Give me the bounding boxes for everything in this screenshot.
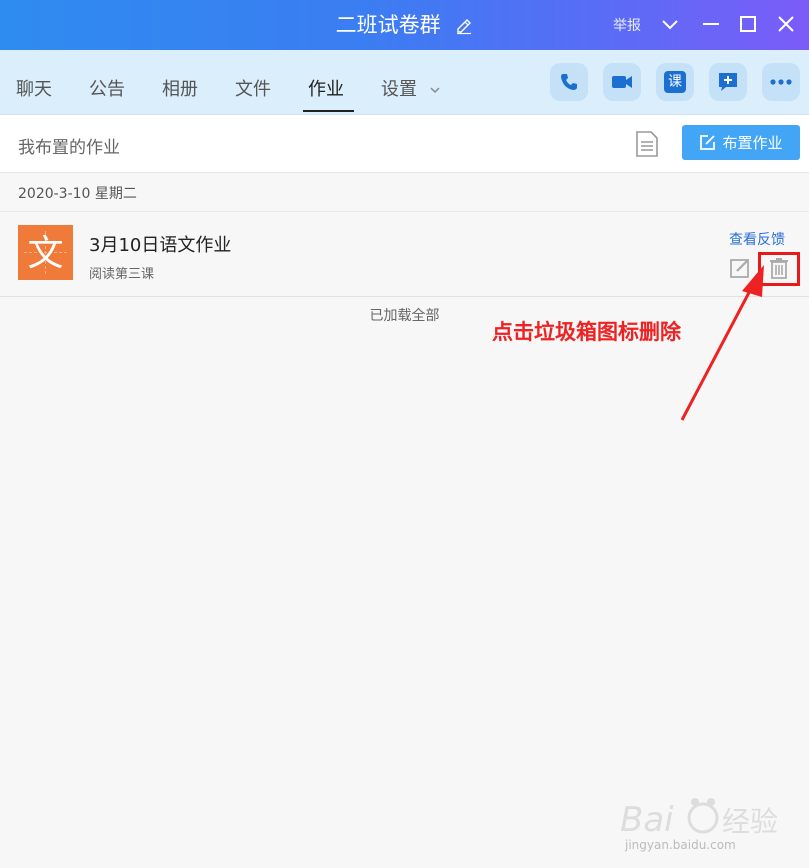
phone-icon [561, 74, 577, 90]
tab-chat[interactable]: 聊天 [16, 75, 52, 101]
course-icon: 课 [664, 71, 686, 93]
tab-settings[interactable]: 设置 [381, 75, 441, 101]
course-button[interactable]: 课 [656, 63, 694, 101]
assign-homework-label: 布置作业 [722, 134, 783, 152]
svg-text:Bai: Bai [620, 800, 674, 840]
svg-text:经验: 经验 [722, 805, 778, 838]
video-call-icon [612, 76, 632, 88]
tab-settings-label: 设置 [381, 79, 417, 100]
subject-char: 文 [27, 233, 63, 274]
view-feedback-link[interactable]: 查看反馈 [729, 229, 785, 249]
tab-album[interactable]: 相册 [162, 75, 198, 101]
watermark-url: jingyan.baidu.com [625, 838, 736, 852]
document-icon[interactable] [634, 130, 660, 158]
assignment-date: 2020-3-10 星期二 [18, 186, 137, 202]
title-bar: 二班试卷群 举报 [0, 0, 809, 50]
tab-announcement[interactable]: 公告 [89, 75, 125, 101]
more-icon [770, 79, 792, 85]
voice-call-button[interactable] [550, 63, 588, 101]
homework-subtitle: 阅读第三课 [89, 267, 155, 282]
window-title: 二班试卷群 [0, 12, 809, 38]
edit-icon [700, 135, 716, 150]
subject-grid: 文 [24, 231, 67, 274]
homework-title[interactable]: 3月10日语文作业 [89, 231, 231, 257]
report-button[interactable]: 举报 [613, 15, 641, 35]
group-name: 二班试卷群 [335, 13, 441, 37]
my-assignments-label: 我布置的作业 [18, 138, 120, 158]
delete-instruction-annotation: 点击垃圾箱图标删除 [492, 320, 681, 344]
date-header: 2020-3-10 星期二 [0, 173, 809, 212]
active-tab-indicator [303, 110, 354, 112]
homework-toolbar: 我布置的作业 布置作业 [0, 115, 809, 173]
chevron-down-icon [430, 87, 440, 94]
add-chat-button[interactable] [709, 63, 747, 101]
subject-chinese-icon: 文 [18, 225, 73, 280]
video-call-button[interactable] [603, 63, 641, 101]
assign-homework-button[interactable]: 布置作业 [682, 125, 800, 160]
rename-pencil-icon[interactable] [455, 17, 473, 35]
minimize-icon[interactable] [700, 13, 722, 35]
group-nav: 聊天 公告 相册 文件 作业 设置 课 [0, 50, 809, 115]
chevron-down-icon[interactable] [659, 13, 681, 35]
close-icon[interactable] [775, 13, 797, 35]
maximize-icon[interactable] [737, 13, 759, 35]
add-chat-icon [719, 73, 737, 91]
tab-files[interactable]: 文件 [235, 75, 271, 101]
more-button[interactable] [762, 63, 800, 101]
tab-homework[interactable]: 作业 [308, 75, 344, 101]
annotation-arrow-icon [680, 265, 764, 421]
